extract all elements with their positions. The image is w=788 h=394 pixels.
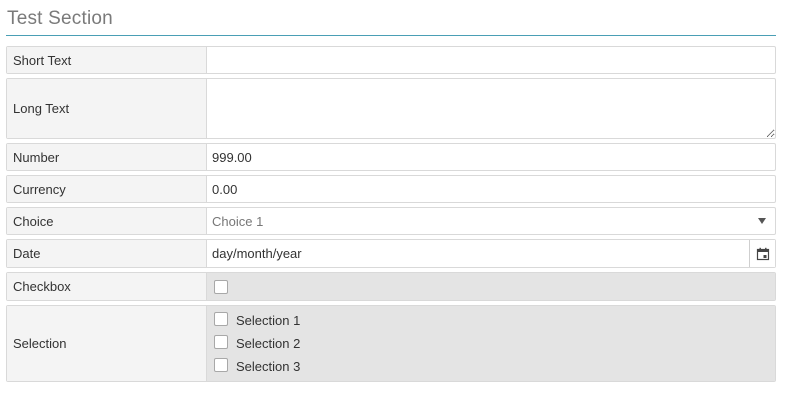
long-text-label: Long Text [7, 79, 207, 138]
long-text-input[interactable] [207, 79, 775, 138]
currency-row: Currency [6, 175, 776, 203]
date-row: Date [6, 239, 776, 268]
selection-option-1[interactable]: Selection 1 [214, 309, 300, 332]
section-title: Test Section [7, 8, 113, 29]
number-input[interactable] [212, 144, 775, 170]
selection-2-label: Selection 2 [236, 336, 301, 351]
choice-label: Choice [7, 208, 207, 234]
selection-row: Selection Selection 1 Selection 2 Select… [6, 305, 776, 382]
selection-3-checkbox[interactable] [214, 357, 228, 372]
number-row: Number [6, 143, 776, 171]
checkbox-input[interactable] [214, 279, 228, 294]
choice-select[interactable]: Choice 1 [207, 208, 775, 234]
long-text-field [207, 79, 775, 138]
selection-label: Selection [7, 306, 207, 381]
number-field [207, 144, 775, 170]
selection-option-2[interactable]: Selection 2 [214, 332, 300, 355]
checkbox-row: Checkbox [6, 272, 776, 301]
currency-label: Currency [7, 176, 207, 202]
checkbox-label: Checkbox [7, 273, 207, 300]
short-text-row: Short Text [6, 46, 776, 74]
short-text-input[interactable] [212, 47, 775, 73]
short-text-field [207, 47, 775, 73]
calendar-icon [756, 247, 769, 260]
short-text-label: Short Text [7, 47, 207, 73]
selection-field: Selection 1 Selection 2 Selection 3 [207, 306, 775, 381]
selection-3-label: Selection 3 [236, 359, 301, 374]
section-divider [6, 35, 776, 36]
selection-option-3[interactable]: Selection 3 [214, 355, 300, 378]
selection-options: Selection 1 Selection 2 Selection 3 [214, 306, 300, 378]
date-input[interactable] [212, 240, 749, 267]
checkbox-field [207, 273, 775, 300]
selection-1-label: Selection 1 [236, 313, 301, 328]
long-text-row: Long Text [6, 78, 776, 139]
selection-1-checkbox[interactable] [214, 311, 228, 326]
selection-2-checkbox[interactable] [214, 334, 228, 349]
date-label: Date [7, 240, 207, 267]
date-field [207, 240, 750, 267]
currency-field [207, 176, 775, 202]
choice-row: Choice Choice 1 [6, 207, 776, 235]
choice-selected-value: Choice 1 [212, 213, 264, 229]
currency-input[interactable] [212, 176, 775, 202]
number-label: Number [7, 144, 207, 170]
date-picker-button[interactable] [750, 240, 775, 267]
caret-down-icon [758, 218, 766, 224]
